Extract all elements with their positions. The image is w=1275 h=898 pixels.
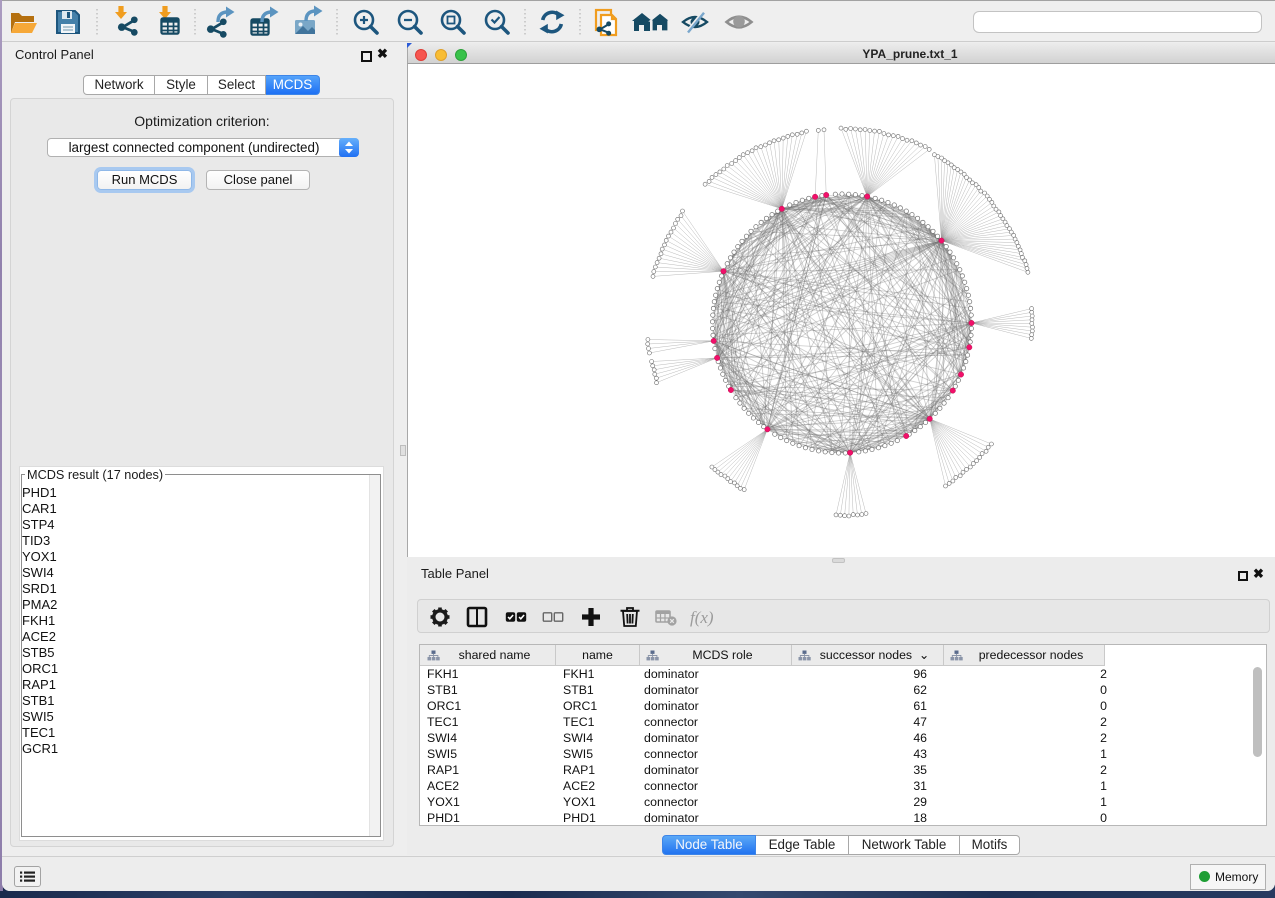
svg-text:f(x): f(x): [690, 608, 714, 627]
